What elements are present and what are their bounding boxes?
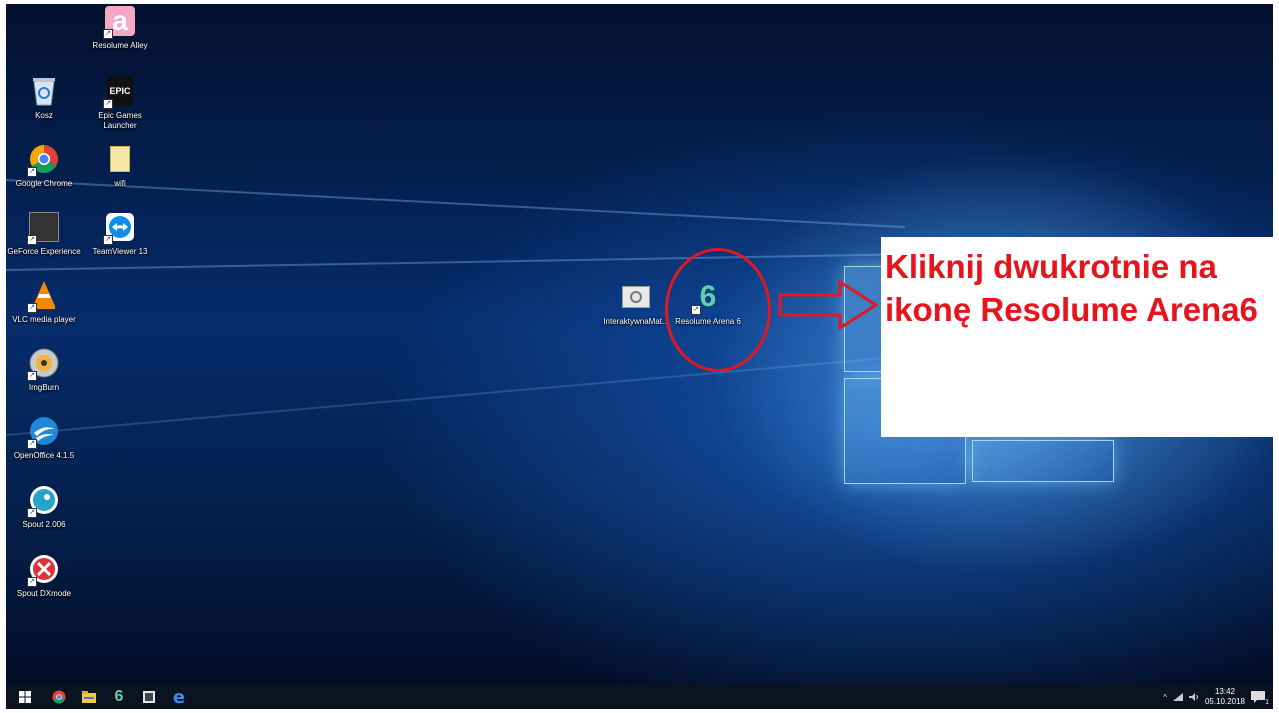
desktop-icon-epic-games[interactable]: EPIC ↗ Epic Games Launcher — [82, 74, 158, 131]
desktop-icon-spout-dxmode[interactable]: ↗ Spout DXmode — [6, 552, 82, 599]
notification-center[interactable]: 1 — [1251, 690, 1269, 706]
desktop-icon-recycle-bin[interactable]: Kosz — [6, 74, 82, 121]
desktop-icon-openoffice[interactable]: ↗ OpenOffice 4.1.5 — [6, 414, 82, 461]
volume-icon[interactable] — [1188, 693, 1199, 701]
icon-label: wifi — [114, 179, 126, 188]
clock-time: 13:42 — [1214, 687, 1235, 696]
system-tray: ^ 13:42 05.10.2018 1 — [1163, 685, 1269, 709]
teamviewer-icon: ↗ — [103, 210, 137, 245]
icon-label: InteraktywnaMat... — [603, 317, 669, 326]
desktop: a ↗ Resolume Alley Kosz EPIC ↗ Epic Game… — [6, 4, 1273, 709]
chrome-icon: ↗ — [27, 142, 61, 177]
spout-icon: ↗ — [27, 483, 61, 518]
desktop-icon-interaktywna-mata[interactable]: InteraktywnaMat... — [598, 280, 674, 327]
desktop-icon-spout[interactable]: ↗ Spout 2.006 — [6, 483, 82, 530]
icon-label: Google Chrome — [15, 179, 73, 188]
icon-label: Spout DXmode — [16, 589, 72, 598]
icon-label: Resolume Alley — [92, 41, 148, 50]
highlight-circle — [665, 248, 771, 372]
resolume-alley-icon: a ↗ — [103, 4, 137, 39]
clock[interactable]: 13:42 05.10.2018 — [1205, 687, 1245, 707]
desktop-icon-imgburn[interactable]: ↗ ImgBurn — [6, 346, 82, 393]
windows-logo-pane — [972, 440, 1114, 482]
app-icon — [143, 691, 155, 703]
notification-count: 1 — [1265, 699, 1269, 706]
tray-chevron-icon[interactable]: ^ — [1163, 693, 1167, 702]
taskbar-resolume-arena[interactable]: 6 — [104, 685, 134, 709]
epic-games-icon: EPIC ↗ — [103, 74, 137, 109]
icon-label: Epic Games Launcher — [98, 111, 142, 130]
desktop-icon-chrome[interactable]: ↗ Google Chrome — [6, 142, 82, 189]
icon-label: OpenOffice 4.1.5 — [13, 451, 75, 460]
recycle-bin-icon — [27, 74, 61, 108]
desktop-icon-resolume-alley[interactable]: a ↗ Resolume Alley — [82, 4, 158, 51]
taskbar-app[interactable] — [134, 685, 164, 709]
icon-label: VLC media player — [12, 315, 76, 324]
vlc-icon: ↗ — [27, 278, 61, 313]
notification-icon — [1251, 691, 1265, 703]
imgburn-icon: ↗ — [27, 346, 61, 381]
start-button[interactable] — [10, 685, 40, 709]
interaktywna-mata-icon — [619, 280, 653, 314]
spout-dxmode-icon: ↗ — [27, 552, 61, 587]
instruction-text: Kliknij dwukrotnie na ikonę Resolume Are… — [885, 248, 1258, 328]
clock-date: 05.10.2018 — [1204, 697, 1245, 706]
instruction-callout: Kliknij dwukrotnie na ikonę Resolume Are… — [881, 237, 1273, 437]
desktop-icon-geforce[interactable]: ↗ GeForce Experience — [6, 210, 82, 257]
arrow-right-icon — [778, 279, 879, 331]
start-icon — [19, 691, 31, 703]
resolume-arena-icon: 6 — [114, 688, 124, 705]
desktop-icon-wifi[interactable]: wifi — [82, 142, 158, 189]
taskbar: 6 e ^ 13:42 05.10.2018 1 — [6, 685, 1273, 709]
file-explorer-icon — [82, 691, 96, 703]
icon-label: Kosz — [35, 111, 53, 120]
icon-label: ImgBurn — [28, 383, 60, 392]
openoffice-icon: ↗ — [27, 414, 61, 449]
taskbar-edge[interactable]: e — [164, 685, 194, 709]
network-icon[interactable] — [1172, 693, 1183, 701]
icon-label: TeamViewer 13 — [92, 247, 148, 256]
desktop-icon-vlc[interactable]: ↗ VLC media player — [6, 278, 82, 325]
icon-label: GeForce Experience — [7, 247, 81, 256]
geforce-icon: ↗ — [27, 210, 61, 245]
icon-label: Spout 2.006 — [22, 520, 66, 529]
desktop-icon-teamviewer[interactable]: ↗ TeamViewer 13 — [82, 210, 158, 257]
chrome-icon — [52, 690, 66, 704]
taskbar-file-explorer[interactable] — [74, 685, 104, 709]
edge-icon: e — [172, 686, 186, 708]
taskbar-chrome[interactable] — [44, 685, 74, 709]
folder-icon — [103, 142, 137, 176]
